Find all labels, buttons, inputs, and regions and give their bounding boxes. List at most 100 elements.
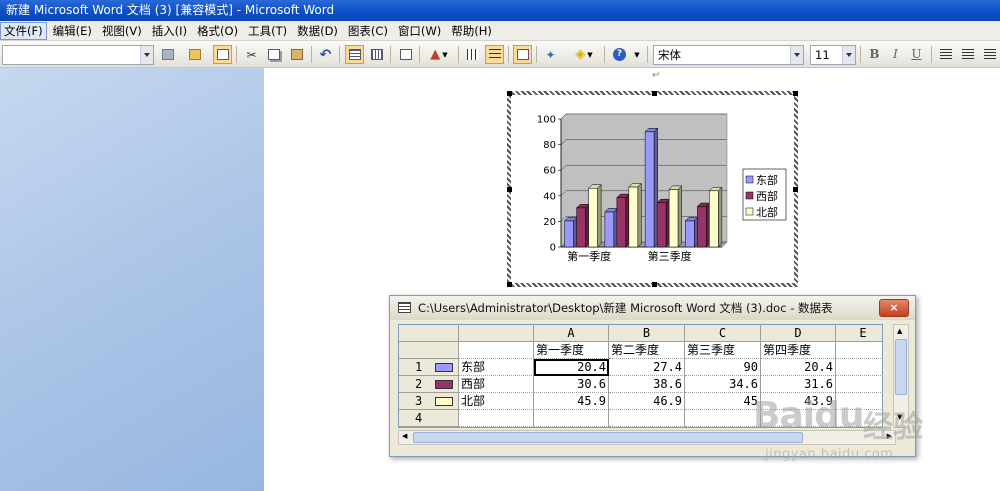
active-cell[interactable]: 20.4 xyxy=(534,359,609,376)
select-all-corner[interactable] xyxy=(399,325,459,342)
resize-handle[interactable] xyxy=(652,91,657,96)
data-cell[interactable]: 90 xyxy=(685,359,761,376)
column-header-d[interactable]: D xyxy=(761,325,836,342)
data-cell[interactable]: 45.9 xyxy=(534,393,609,410)
data-cell[interactable]: 34.6 xyxy=(685,376,761,393)
cut-icon[interactable]: ✂ xyxy=(242,45,261,64)
resize-handle[interactable] xyxy=(652,282,657,287)
chart-area[interactable]: 100 80 60 40 20 0 第一季度 第三季度 东部 西部 北部 xyxy=(511,95,794,283)
row-label-cell[interactable]: 北部 xyxy=(459,393,534,410)
menu-tools[interactable]: 工具(T) xyxy=(244,21,291,41)
menu-chart[interactable]: 图表(C) xyxy=(344,21,392,41)
copy-icon[interactable] xyxy=(264,45,283,64)
help-icon[interactable]: ? xyxy=(610,45,629,64)
resize-handle[interactable] xyxy=(507,187,512,192)
data-cell[interactable] xyxy=(685,410,761,427)
underline-button[interactable]: U xyxy=(907,45,926,64)
data-cell[interactable]: 27.4 xyxy=(609,359,685,376)
column-header-blank[interactable] xyxy=(459,325,534,342)
toolbar-options-icon[interactable]: ▼ xyxy=(631,45,643,64)
font-name-combo[interactable]: 宋体 xyxy=(653,45,804,65)
italic-button[interactable]: I xyxy=(886,45,905,64)
series-header-cell[interactable]: 第三季度 xyxy=(685,342,761,359)
series-column-icon xyxy=(435,380,453,389)
series-header-cell[interactable]: 第一季度 xyxy=(534,342,609,359)
cell-blank[interactable] xyxy=(459,342,534,359)
menu-data[interactable]: 数据(D) xyxy=(293,21,342,41)
data-cell[interactable]: 46.9 xyxy=(609,393,685,410)
resize-handle[interactable] xyxy=(507,282,512,287)
font-size-combo[interactable]: 11 xyxy=(810,45,856,65)
close-button[interactable]: × xyxy=(879,299,909,317)
data-cell[interactable]: 20.4 xyxy=(761,359,836,376)
vertical-scrollbar[interactable]: ▲ ▼ xyxy=(893,324,909,428)
drawing-icon[interactable]: ✦ xyxy=(541,45,560,64)
menu-insert[interactable]: 插入(I) xyxy=(148,21,191,41)
data-cell[interactable] xyxy=(609,410,685,427)
data-cell[interactable] xyxy=(836,410,882,427)
column-header-c[interactable]: C xyxy=(685,325,761,342)
bar-front xyxy=(576,207,586,248)
scroll-thumb[interactable] xyxy=(895,339,907,395)
align-center-icon[interactable] xyxy=(958,45,977,64)
value-axis-gridlines-icon[interactable] xyxy=(485,45,504,64)
row-header-blank[interactable] xyxy=(399,342,459,359)
data-cell[interactable]: 43.9 xyxy=(761,393,836,410)
undo-icon[interactable]: ↶ xyxy=(316,45,335,64)
legend-icon[interactable] xyxy=(513,45,532,64)
column-header-b[interactable]: B xyxy=(609,325,685,342)
bold-button[interactable]: B xyxy=(865,45,884,64)
menu-view[interactable]: 视图(V) xyxy=(98,21,146,41)
scroll-down-icon[interactable]: ▼ xyxy=(897,413,902,421)
resize-handle[interactable] xyxy=(793,187,798,192)
datasheet-titlebar[interactable]: C:\Users\Administrator\Desktop\新建 Micros… xyxy=(390,296,915,320)
horizontal-scrollbar[interactable]: ◀ ▶ xyxy=(398,430,896,445)
row-label-cell[interactable] xyxy=(459,410,534,427)
data-cell[interactable]: 38.6 xyxy=(609,376,685,393)
data-cell[interactable] xyxy=(836,393,882,410)
by-row-icon[interactable] xyxy=(345,45,364,64)
chart-object[interactable]: 100 80 60 40 20 0 第一季度 第三季度 东部 西部 北部 xyxy=(507,91,798,287)
series-header-cell[interactable] xyxy=(836,342,882,359)
row-header[interactable]: 4 xyxy=(399,410,459,427)
chart-type-icon[interactable]: ▲ ▼ xyxy=(424,45,454,64)
scroll-right-icon[interactable]: ▶ xyxy=(887,432,892,440)
data-cell[interactable] xyxy=(761,410,836,427)
align-right-icon[interactable] xyxy=(980,45,999,64)
row-header[interactable]: 3 xyxy=(399,393,459,410)
open-folder-icon[interactable] xyxy=(185,45,204,64)
menu-help[interactable]: 帮助(H) xyxy=(447,21,496,41)
scroll-left-icon[interactable]: ◀ xyxy=(402,432,407,440)
series-header-cell[interactable]: 第二季度 xyxy=(609,342,685,359)
resize-handle[interactable] xyxy=(793,91,798,96)
data-table-icon[interactable] xyxy=(396,45,415,64)
menu-edit[interactable]: 编辑(E) xyxy=(49,21,96,41)
import-file-icon[interactable] xyxy=(213,45,232,64)
data-cell[interactable]: 31.6 xyxy=(761,376,836,393)
by-column-icon[interactable] xyxy=(367,45,386,64)
data-cell[interactable] xyxy=(836,376,882,393)
row-label-cell[interactable]: 西部 xyxy=(459,376,534,393)
column-header-e[interactable]: E xyxy=(836,325,882,342)
column-header-a[interactable]: A xyxy=(534,325,609,342)
row-header[interactable]: 2 xyxy=(399,376,459,393)
paste-icon[interactable] xyxy=(287,45,306,64)
category-axis-gridlines-icon[interactable] xyxy=(463,45,482,64)
data-cell[interactable] xyxy=(836,359,882,376)
menu-format[interactable]: 格式(O) xyxy=(193,21,242,41)
row-header[interactable]: 1 xyxy=(399,359,459,376)
align-left-icon[interactable] xyxy=(936,45,955,64)
row-label-cell[interactable]: 东部 xyxy=(459,359,534,376)
resize-handle[interactable] xyxy=(507,91,512,96)
format-selected-icon[interactable] xyxy=(158,45,177,64)
scroll-up-icon[interactable]: ▲ xyxy=(897,327,902,335)
series-header-cell[interactable]: 第四季度 xyxy=(761,342,836,359)
chart-objects-combo[interactable] xyxy=(2,45,154,65)
data-cell[interactable] xyxy=(534,410,609,427)
scroll-thumb[interactable] xyxy=(413,432,803,443)
fill-color-icon[interactable]: ◈ ▼ xyxy=(568,45,600,64)
data-cell[interactable]: 45 xyxy=(685,393,761,410)
data-cell[interactable]: 30.6 xyxy=(534,376,609,393)
menu-file[interactable]: 文件(F) xyxy=(0,22,47,40)
menu-window[interactable]: 窗口(W) xyxy=(394,21,445,41)
